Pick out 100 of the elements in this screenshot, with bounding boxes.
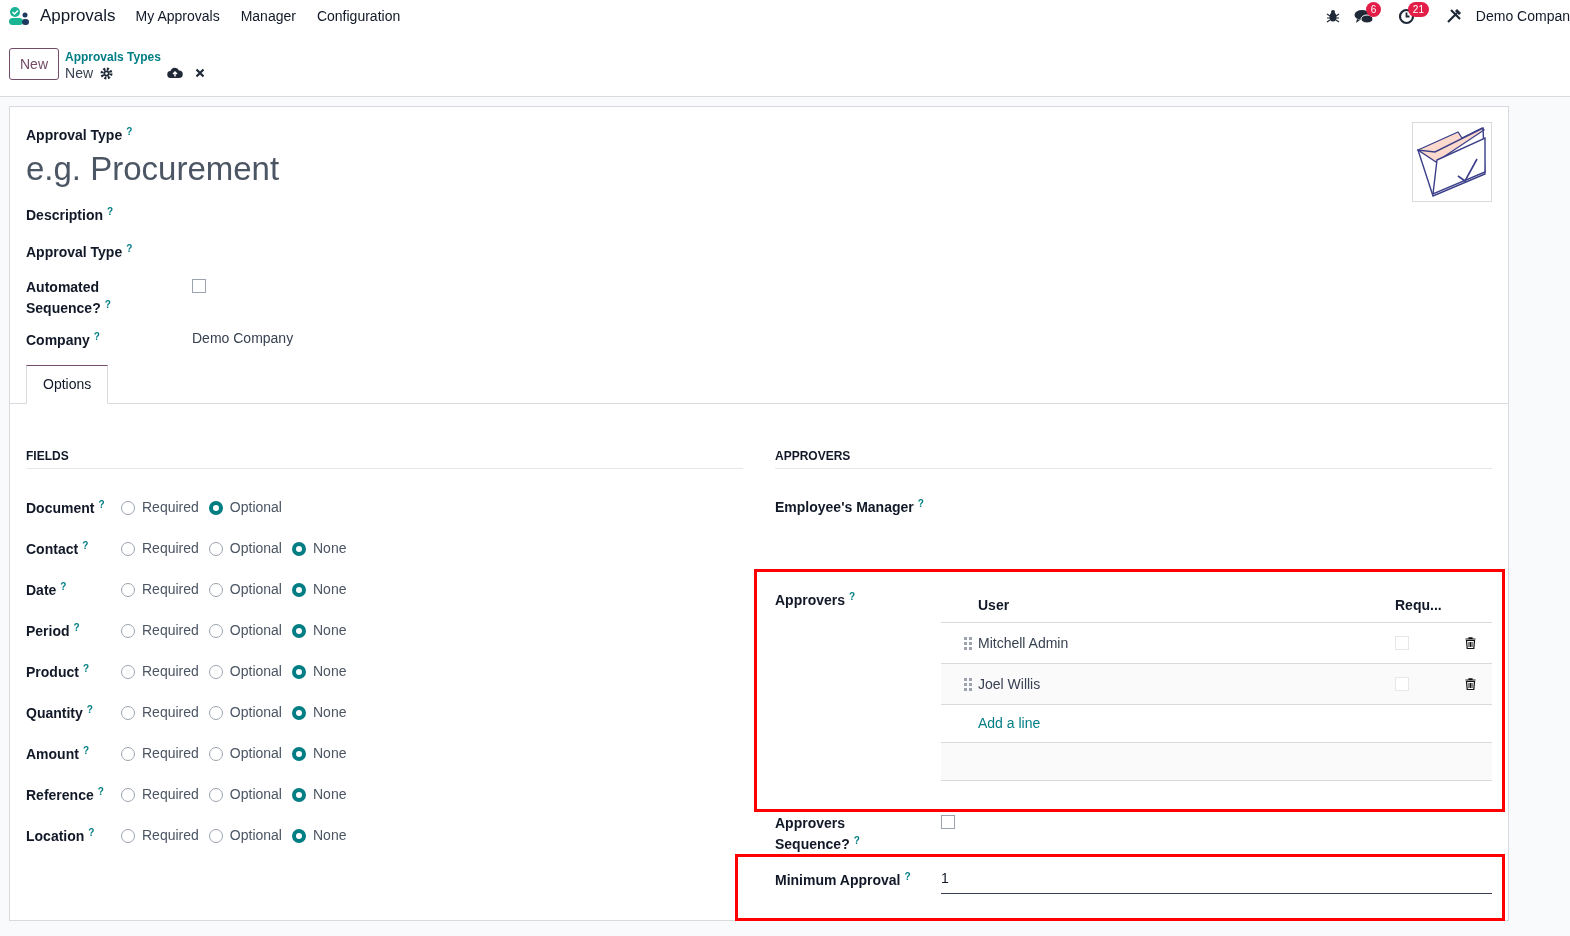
help-mark[interactable]: ? <box>849 591 856 602</box>
field-label: Reference $^{?}$ <box>26 786 104 803</box>
clock-icon[interactable] <box>1397 8 1415 25</box>
minimum-approval-field[interactable]: 1 <box>941 868 1492 894</box>
help-mark[interactable]: ? <box>917 498 924 509</box>
radio-button[interactable] <box>292 746 306 761</box>
radio-button[interactable] <box>121 705 135 720</box>
radio-label: Optional <box>229 703 282 722</box>
table-cell-text: Mitchell Admin <box>978 633 1070 653</box>
radio-label: Required <box>142 662 199 681</box>
radio-button[interactable] <box>292 664 306 679</box>
company-switcher[interactable]: Demo Compan <box>1475 5 1570 27</box>
app-logo-icon[interactable] <box>8 6 30 26</box>
radio-button[interactable] <box>208 500 223 515</box>
menu-item[interactable]: Manager <box>240 5 296 27</box>
menu-item[interactable]: Configuration <box>316 5 401 27</box>
radio-button[interactable] <box>121 746 135 761</box>
column-header[interactable]: User <box>978 595 1395 616</box>
cloud-upload-icon[interactable] <box>167 67 184 79</box>
radio-button[interactable] <box>292 623 306 638</box>
radio-button[interactable] <box>121 623 135 638</box>
radio-button[interactable] <box>121 541 135 556</box>
radio-button[interactable] <box>208 541 223 556</box>
radio-label: None <box>313 539 347 558</box>
drag-handle-icon[interactable] <box>964 677 973 691</box>
field-label: Approvers $^{?}$ <box>775 592 856 608</box>
field-label: Approvers Sequence? $^{?}$ <box>775 814 861 854</box>
tab[interactable]: Options <box>26 365 109 404</box>
notification-badge: 21 <box>1407 2 1429 17</box>
help-mark[interactable]: ? <box>98 498 105 510</box>
help-mark[interactable]: ? <box>73 621 80 633</box>
help-mark[interactable]: ? <box>93 331 100 342</box>
radio-label: None <box>313 826 347 845</box>
radio-label: None <box>313 744 347 763</box>
record-name: New <box>65 65 94 81</box>
app-name[interactable]: Approvals <box>40 3 116 29</box>
trash-icon[interactable] <box>1465 678 1476 690</box>
drag-handle-icon[interactable] <box>964 636 973 650</box>
radio-button[interactable] <box>208 623 223 638</box>
help-mark[interactable]: ? <box>126 126 133 137</box>
help-mark[interactable]: ? <box>82 744 89 756</box>
radio-button[interactable] <box>121 828 135 843</box>
help-mark[interactable]: ? <box>126 243 133 254</box>
help-mark[interactable]: ? <box>904 871 911 882</box>
column-header[interactable]: Requ... <box>1395 595 1492 616</box>
checkbox[interactable] <box>941 815 955 829</box>
radio-label: None <box>313 703 347 722</box>
radio-button[interactable] <box>121 500 135 515</box>
radio-label: Required <box>142 744 199 763</box>
radio-label: None <box>313 785 347 804</box>
radio-button[interactable] <box>208 828 223 843</box>
field-label: Amount $^{?}$ <box>26 745 89 762</box>
help-mark[interactable]: ? <box>97 785 104 797</box>
table-cell-text: Joel Willis <box>978 674 1042 694</box>
checkbox[interactable] <box>192 279 206 293</box>
field-label: Document $^{?}$ <box>26 499 105 516</box>
radio-button[interactable] <box>121 664 135 679</box>
radio-label: None <box>313 580 347 599</box>
help-mark[interactable]: ? <box>82 662 89 674</box>
field-label: Automated Sequence? $^{?}$ <box>26 278 112 318</box>
radio-button[interactable] <box>292 582 306 597</box>
radio-label: Required <box>142 826 199 845</box>
radio-label: Optional <box>229 744 282 763</box>
name-field[interactable]: e.g. Procurement <box>26 149 826 189</box>
help-mark[interactable]: ? <box>88 826 95 838</box>
radio-button[interactable] <box>208 787 223 802</box>
radio-button[interactable] <box>208 582 223 597</box>
tools-icon[interactable] <box>1445 8 1462 24</box>
settings-icon[interactable] <box>100 66 114 80</box>
radio-button[interactable] <box>208 664 223 679</box>
new-button[interactable]: New <box>9 48 59 80</box>
help-mark[interactable]: ? <box>82 539 89 551</box>
field-label: Description $^{?}$ <box>26 207 114 223</box>
breadcrumb-link[interactable]: Approvals Types <box>65 49 206 65</box>
add-line-link[interactable]: Add a line <box>978 713 1041 734</box>
radio-button[interactable] <box>292 541 306 556</box>
radio-button[interactable] <box>292 705 306 720</box>
menu-item[interactable]: My Approvals <box>135 5 220 27</box>
field-input[interactable]: Demo Company <box>192 328 294 349</box>
radio-label: Required <box>142 785 199 804</box>
radio-button[interactable] <box>208 705 223 720</box>
trash-icon[interactable] <box>1465 637 1476 649</box>
field-label: Period $^{?}$ <box>26 622 80 639</box>
radio-label: Optional <box>229 785 282 804</box>
help-mark[interactable]: ? <box>104 299 111 310</box>
radio-label: None <box>313 662 347 681</box>
help-mark[interactable]: ? <box>853 835 860 846</box>
radio-button[interactable] <box>121 582 135 597</box>
radio-button[interactable] <box>292 828 306 843</box>
radio-label: Optional <box>229 826 282 845</box>
field-label: Employee's Manager $^{?}$ <box>775 499 924 515</box>
radio-button[interactable] <box>208 746 223 761</box>
bug-icon[interactable] <box>1325 9 1340 23</box>
radio-button[interactable] <box>292 787 306 802</box>
discard-icon[interactable] <box>195 68 206 78</box>
radio-button[interactable] <box>121 787 135 802</box>
help-mark[interactable]: ? <box>86 703 93 715</box>
help-mark[interactable]: ? <box>107 206 114 217</box>
radio-label: None <box>313 621 347 640</box>
help-mark[interactable]: ? <box>60 580 67 592</box>
